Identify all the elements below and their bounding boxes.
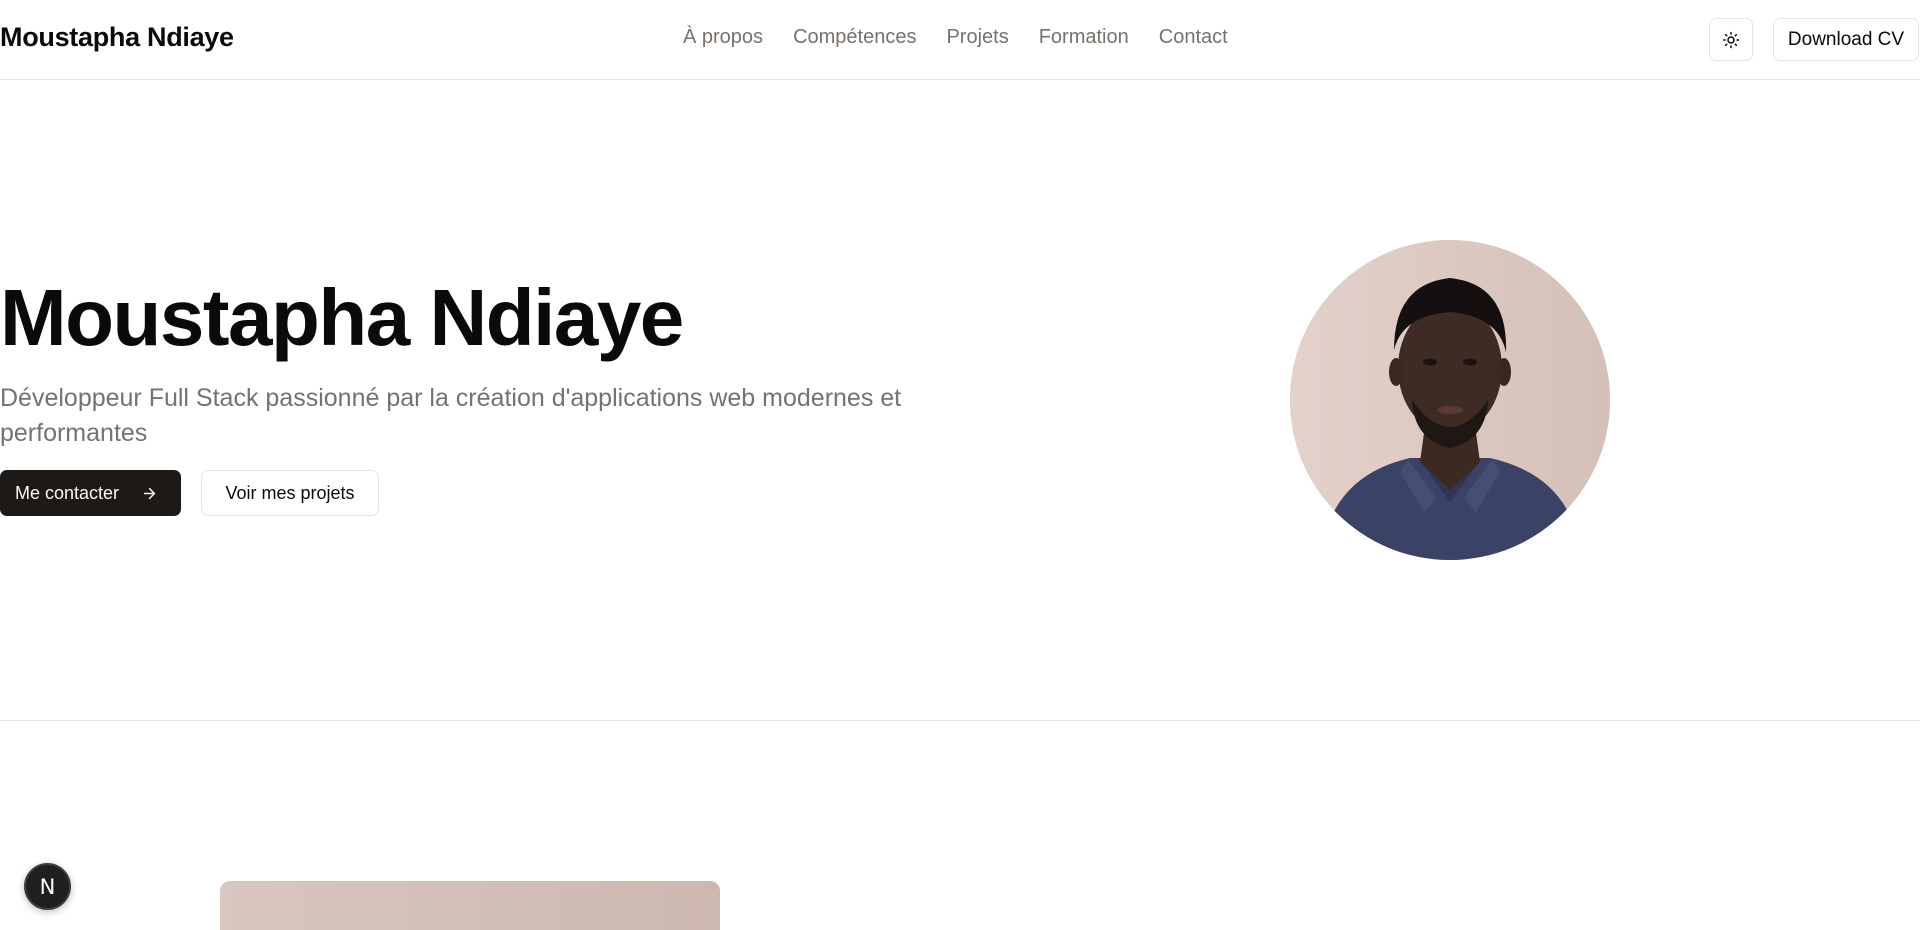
main-nav: À propos Compétences Projets Formation C… [683,26,1228,49]
section-divider [0,720,1920,721]
nav-item-contact[interactable]: Contact [1159,26,1228,49]
about-image-card [220,881,720,930]
nextjs-icon: N [39,874,56,899]
nav-item-competences[interactable]: Compétences [793,26,916,49]
download-cv-button[interactable]: Download CV [1773,18,1919,61]
view-projects-button[interactable]: Voir mes projets [201,470,379,516]
arrow-right-icon [143,487,156,499]
hero-title: Moustapha Ndiaye [0,273,684,362]
sun-icon [1722,31,1740,48]
hero-subtitle: Développeur Full Stack passionné par la … [0,384,902,447]
nav-item-projets[interactable]: Projets [946,26,1008,49]
site-header: Moustapha Ndiaye À propos Compétences Pr… [0,0,1920,80]
brand-logo[interactable]: Moustapha Ndiaye [0,22,234,53]
contact-me-label: Me contacter [15,482,120,503]
nextjs-dev-badge[interactable]: N [24,863,71,910]
nav-item-formation[interactable]: Formation [1039,26,1129,49]
contact-me-button[interactable]: Me contacter [0,470,181,516]
nav-item-a-propos[interactable]: À propos [683,26,763,49]
theme-toggle-button[interactable] [1709,18,1753,61]
profile-photo [1290,240,1610,560]
